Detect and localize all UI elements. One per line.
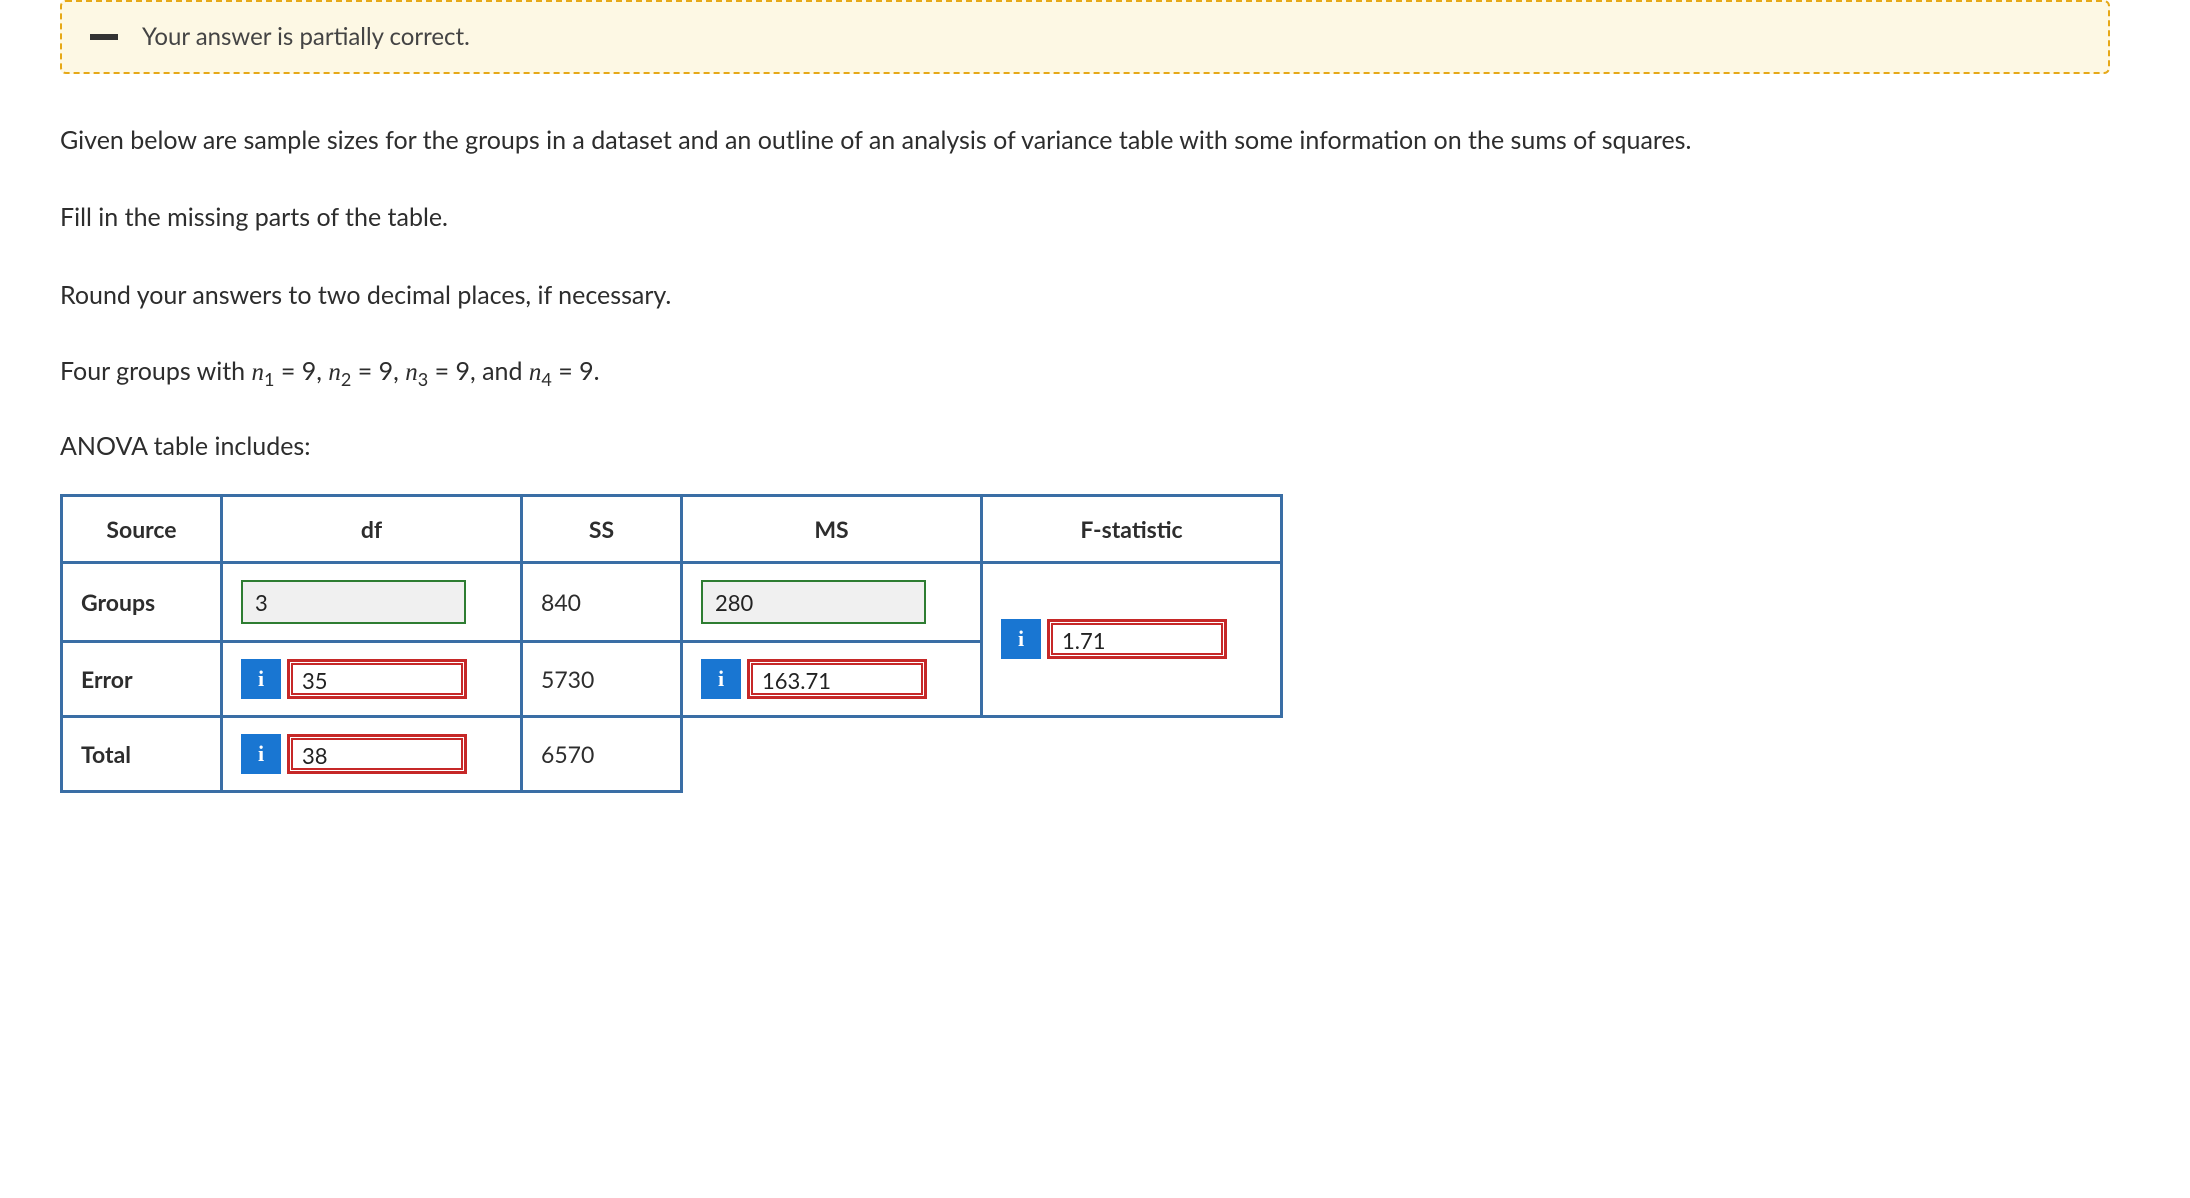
f-stat-input-wrap: i 1.71 — [1001, 619, 1227, 659]
feedback-message: Your answer is partially correct. — [142, 20, 470, 54]
period: . — [594, 356, 600, 386]
n4-value: 9 — [579, 356, 594, 386]
row-label-total: Total — [62, 716, 222, 791]
total-df-input[interactable]: 38 — [287, 734, 467, 774]
info-icon[interactable]: i — [1001, 619, 1041, 659]
anova-includes-label: ANOVA table includes: — [60, 428, 2110, 466]
info-icon[interactable]: i — [701, 659, 741, 699]
error-ss-value: 5730 — [522, 641, 682, 716]
eq2: = — [358, 356, 379, 386]
total-ss-value: 6570 — [522, 716, 682, 791]
info-icon[interactable]: i — [241, 734, 281, 774]
n3-value: 9 — [456, 356, 471, 386]
groups-ss-value: 840 — [522, 562, 682, 641]
error-df-input-wrap: i 35 — [241, 659, 467, 699]
error-df-input[interactable]: 35 — [287, 659, 467, 699]
f-stat-input[interactable]: 1.71 — [1047, 619, 1227, 659]
error-ms-input-wrap: i 163.71 — [701, 659, 927, 699]
error-ms-input[interactable]: 163.71 — [747, 659, 927, 699]
intro-paragraph-1: Given below are sample sizes for the gro… — [60, 122, 2110, 160]
n2-value: 9 — [379, 356, 394, 386]
groups-ms-input[interactable]: 280 — [701, 580, 926, 624]
anova-table: Source df SS MS F-statistic Groups 3 840… — [60, 494, 1283, 793]
header-f: F-statistic — [982, 495, 1282, 562]
minus-icon — [90, 34, 118, 40]
and-text: , and — [470, 356, 529, 386]
feedback-banner: Your answer is partially correct. — [60, 0, 2110, 74]
groups-prefix: Four groups with — [60, 356, 252, 386]
header-ms: MS — [682, 495, 982, 562]
row-label-groups: Groups — [62, 562, 222, 641]
eq3: = — [435, 356, 456, 386]
n1-value: 9 — [302, 356, 317, 386]
row-label-error: Error — [62, 641, 222, 716]
header-df: df — [222, 495, 522, 562]
eq1: = — [281, 356, 302, 386]
table-row-groups: Groups 3 840 280 i 1.71 — [62, 562, 1282, 641]
header-source: Source — [62, 495, 222, 562]
info-icon[interactable]: i — [241, 659, 281, 699]
total-df-input-wrap: i 38 — [241, 734, 467, 774]
table-row-total: Total i 38 6570 — [62, 716, 1282, 791]
groups-sizes-line: Four groups with n1 = 9, n2 = 9, n3 = 9,… — [60, 354, 2130, 392]
groups-df-input[interactable]: 3 — [241, 580, 466, 624]
intro-paragraph-2: Fill in the missing parts of the table. — [60, 199, 2110, 237]
intro-paragraph-3: Round your answers to two decimal places… — [60, 277, 2110, 315]
header-ss: SS — [522, 495, 682, 562]
eq4: = — [558, 356, 579, 386]
